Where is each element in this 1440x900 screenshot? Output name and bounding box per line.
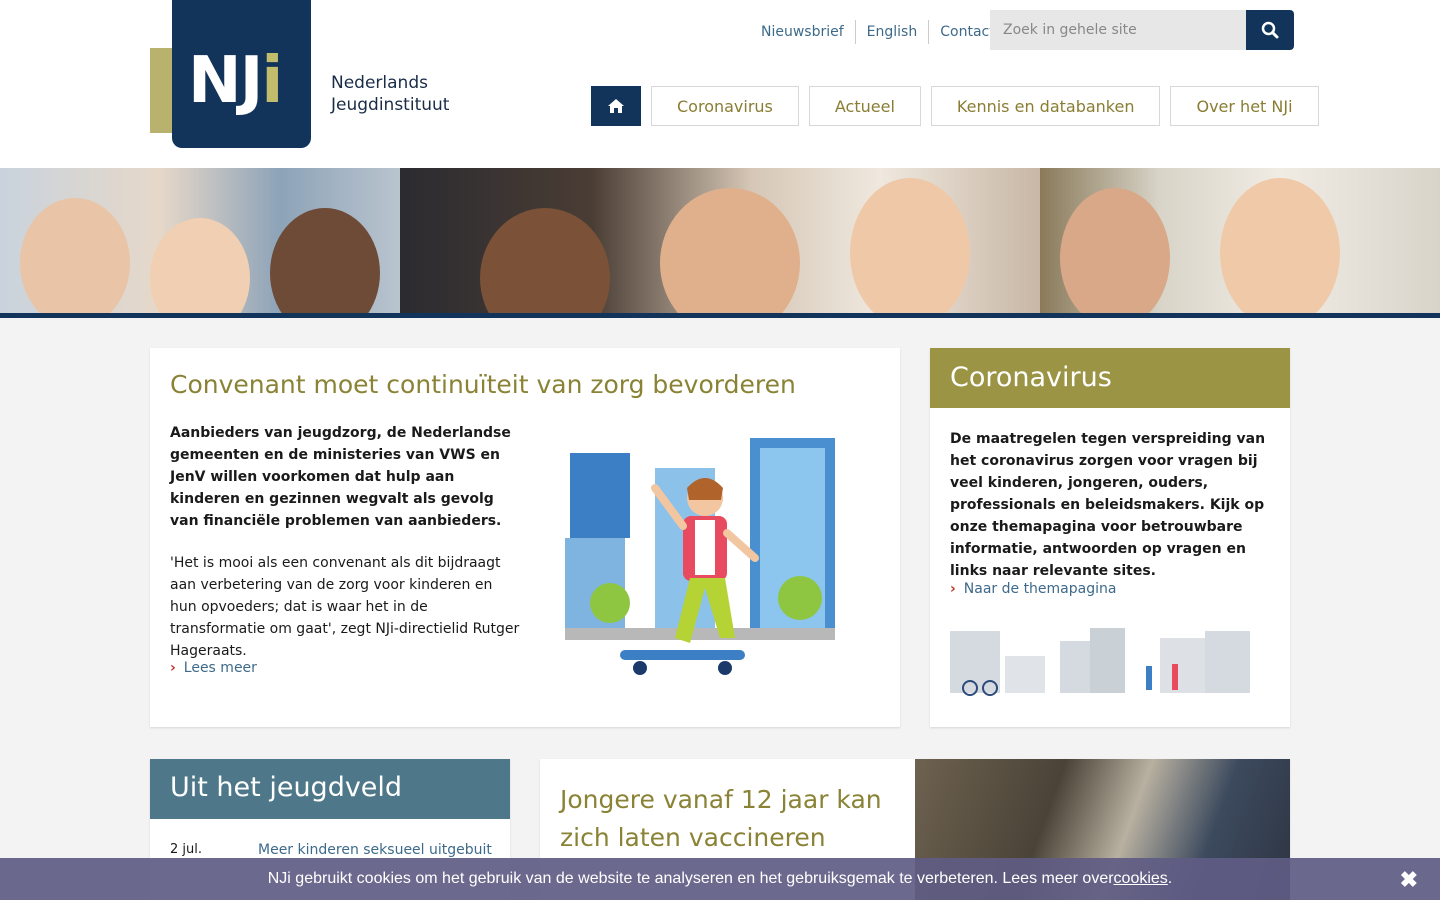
read-more-link[interactable]: › Lees meer — [170, 660, 257, 676]
hero-face — [1060, 188, 1170, 313]
hero-face — [270, 208, 380, 313]
logo-block: NJi — [172, 0, 311, 148]
nav-actueel[interactable]: Actueel — [808, 86, 921, 126]
logo-i: i — [261, 44, 283, 118]
cookie-end: . — [1167, 870, 1173, 887]
cookie-text: NJi gebruikt cookies om het gebruik van … — [267, 870, 1114, 887]
logo-name-line1: Nederlands — [331, 73, 428, 93]
theme-page-link[interactable]: › Naar de themapagina — [950, 581, 1116, 597]
cookie-bar: NJi gebruikt cookies om het gebruik van … — [0, 858, 1440, 900]
logo-name: Nederlands Jeugdinstituut — [331, 72, 449, 116]
hero-face — [480, 208, 610, 313]
hero-face — [150, 218, 250, 313]
hero-face — [1220, 178, 1340, 313]
logo-letters: NJi — [188, 44, 283, 118]
hero-photo-3 — [1040, 168, 1440, 313]
search-input[interactable] — [990, 10, 1246, 50]
hero-face — [850, 178, 970, 313]
jeugdveld-title[interactable]: Uit het jeugdveld — [150, 759, 510, 819]
feature-body: 'Het is mooi als een convenant als dit b… — [170, 555, 520, 659]
skateboarder-illustration — [565, 438, 835, 675]
main-nav: Coronavirus Actueel Kennis en databanken… — [591, 86, 1319, 126]
hero-photo-2 — [400, 168, 1040, 313]
jeugdveld-item-link[interactable]: Meer kinderen seksueel uitgebuit — [258, 842, 492, 858]
utility-nav: Nieuwsbrief English Contact — [750, 20, 1006, 44]
hero-face — [660, 188, 800, 313]
chevron-right-icon: › — [950, 581, 956, 597]
hero-face — [20, 198, 130, 313]
corona-card: Coronavirus De maatregelen tegen verspre… — [930, 348, 1290, 727]
english-link[interactable]: English — [856, 20, 930, 44]
read-more-label: Lees meer — [183, 660, 257, 676]
search-button[interactable] — [1246, 10, 1294, 50]
jeugdveld-item-date: 2 jul. — [170, 842, 202, 857]
search-form — [990, 10, 1294, 50]
chevron-right-icon: › — [170, 660, 176, 676]
nav-over-nji[interactable]: Over het NJi — [1170, 86, 1319, 126]
nji-logo[interactable]: NJi Nederlands Jeugdinstituut — [150, 0, 450, 150]
feature-title[interactable]: Convenant moet continuïteit van zorg bev… — [170, 370, 796, 399]
site-header: NJi Nederlands Jeugdinstituut Nieuwsbrie… — [0, 0, 1440, 168]
nav-home-button[interactable] — [591, 86, 641, 126]
theme-page-label: Naar de themapagina — [963, 581, 1117, 597]
hero-photo-1 — [0, 168, 400, 313]
logo-nj: NJ — [188, 44, 263, 118]
vaccination-title[interactable]: Jongere vanaf 12 jaar kan zich laten vac… — [560, 781, 890, 857]
nav-coronavirus[interactable]: Coronavirus — [651, 86, 799, 126]
feature-card: Convenant moet continuïteit van zorg bev… — [150, 348, 900, 727]
logo-name-line2: Jeugdinstituut — [331, 95, 450, 115]
corona-text: De maatregelen tegen verspreiding van he… — [950, 431, 1266, 579]
cookie-link[interactable]: cookies — [1114, 870, 1168, 888]
newsletter-link[interactable]: Nieuwsbrief — [750, 20, 856, 44]
feature-lead: Aanbieders van jeugdzorg, de Nederlandse… — [170, 425, 511, 529]
close-icon[interactable]: ✖ — [1400, 867, 1418, 893]
city-illustration — [950, 628, 1250, 696]
nav-kennis[interactable]: Kennis en databanken — [930, 86, 1161, 126]
corona-title[interactable]: Coronavirus — [930, 348, 1290, 408]
search-icon — [1261, 21, 1279, 39]
hero-banner — [0, 168, 1440, 318]
home-icon — [608, 99, 624, 113]
